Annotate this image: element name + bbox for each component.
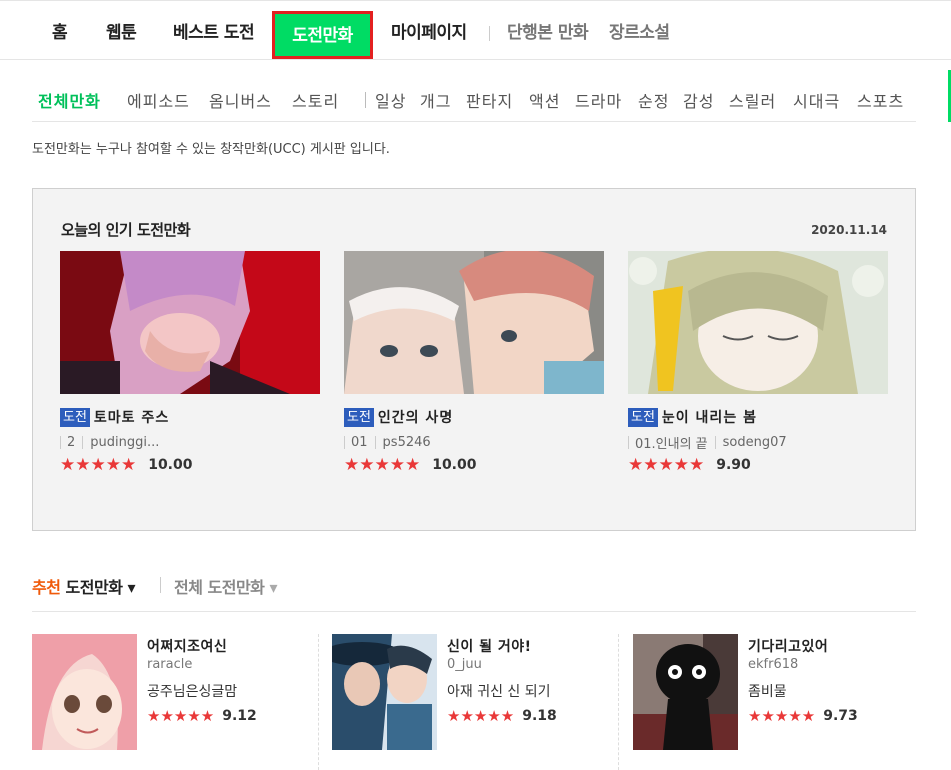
nav-divider — [489, 26, 490, 41]
star-rating: ★★★★★ — [748, 707, 816, 725]
challenge-badge: 도전 — [60, 407, 90, 427]
comic-thumbnail[interactable] — [332, 634, 437, 750]
star-rating: ★★★★★ — [60, 455, 137, 475]
recommended-item[interactable]: 어쩌지조여신 raracle 공주님은싱글맘 ★★★★★ 9.12 — [32, 634, 312, 754]
rating-score: 9.12 — [222, 708, 257, 724]
author-name: ps5246 — [382, 434, 431, 450]
rating-score: 9.73 — [823, 708, 858, 724]
main-navigation: 홈 웹툰 베스트 도전 도전만화 마이페이지 단행본 만화 장르소설 — [0, 0, 951, 60]
meta-divider — [82, 435, 84, 449]
chevron-down-icon: ▾ — [127, 578, 136, 597]
tab-divider — [160, 577, 161, 593]
author-name: ekfr618 — [748, 657, 799, 672]
popular-card[interactable]: 도전 인간의 사명 01 ps5246 ★★★★★ 10.00 — [344, 251, 604, 476]
tab-sports[interactable]: 스포츠 — [857, 88, 904, 112]
tab-episode[interactable]: 에피소드 — [127, 88, 190, 112]
comic-title[interactable]: 토마토 주스 — [94, 407, 169, 427]
star-rating: ★★★★★ — [447, 707, 515, 725]
rating-score: 9.18 — [522, 708, 557, 724]
recommended-item[interactable]: 기다리고있어 ekfr618 좀비물 ★★★★★ 9.73 — [633, 634, 913, 754]
tab-romance[interactable]: 순정 — [638, 88, 669, 112]
star-rating: ★★★★★ — [147, 707, 215, 725]
tab-story[interactable]: 스토리 — [292, 88, 339, 112]
genre-tabs: 전체만화 에피소드 옴니버스 스토리 일상 개그 판타지 액션 드라마 순정 감… — [32, 84, 916, 122]
author-name: 0_juu — [447, 657, 482, 672]
nav-challenge-comics[interactable]: 도전만화 — [272, 11, 373, 59]
author-name: sodeng07 — [722, 434, 787, 450]
tab-divider — [365, 92, 366, 108]
popular-card[interactable]: 도전 눈이 내리는 봄 01.인내의 끝 sodeng07 ★★★★★ 9.90 — [628, 251, 888, 476]
recommended-tab-label: 도전만화 — [65, 578, 123, 597]
rating-score: 9.90 — [716, 457, 751, 473]
board-description: 도전만화는 누구나 참여할 수 있는 창작만화(UCC) 게시판 입니다. — [32, 142, 390, 157]
comic-thumbnail[interactable] — [32, 634, 137, 750]
comic-title[interactable]: 어쩌지조여신 — [147, 636, 257, 656]
all-challenge-label: 전체 도전만화 — [174, 578, 265, 597]
tab-drama[interactable]: 드라마 — [575, 88, 622, 112]
tab-recommended-challenge[interactable]: 추천 도전만화 ▾ — [32, 574, 136, 598]
episode-number: 01 — [351, 434, 368, 450]
tab-omnibus[interactable]: 옴니버스 — [209, 88, 272, 112]
meta-divider — [374, 435, 376, 449]
meta-divider — [628, 435, 629, 449]
item-divider — [318, 634, 319, 770]
tab-all[interactable]: 전체만화 — [38, 88, 101, 112]
comic-thumbnail[interactable] — [60, 251, 320, 394]
star-rating: ★★★★★ — [628, 455, 705, 475]
tab-action[interactable]: 액션 — [529, 88, 560, 112]
popular-challenge-box: 오늘의 인기 도전만화 2020.11.14 도전 토마토 주스 2 pudingg… — [32, 188, 916, 531]
challenge-badge: 도전 — [344, 407, 374, 427]
item-divider — [618, 634, 619, 770]
nav-webtoon[interactable]: 웹툰 — [106, 11, 137, 59]
comic-thumbnail[interactable] — [628, 251, 888, 394]
episode-number: 2 — [67, 434, 76, 450]
challenge-badge: 도전 — [628, 407, 658, 427]
popular-date: 2020.11.14 — [811, 223, 887, 237]
tab-daily[interactable]: 일상 — [375, 88, 406, 112]
author-name: raracle — [147, 657, 193, 672]
tab-emotion[interactable]: 감성 — [683, 88, 714, 112]
comic-title[interactable]: 인간의 사명 — [378, 407, 453, 427]
comic-summary: 공주님은싱글맘 — [147, 684, 238, 700]
recommended-label: 추천 — [32, 578, 61, 597]
rating-score: 10.00 — [432, 457, 477, 473]
chevron-down-icon: ▾ — [269, 578, 277, 597]
author-name: pudinggi... — [90, 434, 160, 450]
comic-title[interactable]: 신이 될 거야! — [447, 636, 557, 656]
comic-summary: 아재 귀신 신 되기 — [447, 684, 551, 700]
nav-genre-novels[interactable]: 장르소설 — [609, 11, 670, 59]
nav-home[interactable]: 홈 — [52, 11, 68, 59]
rating-score: 10.00 — [148, 457, 193, 473]
comic-summary: 좀비물 — [748, 684, 787, 700]
nav-books[interactable]: 단행본 만화 — [507, 11, 589, 59]
meta-divider — [714, 435, 716, 449]
nav-mypage[interactable]: 마이페이지 — [391, 11, 467, 59]
tab-historical[interactable]: 시대극 — [793, 88, 840, 112]
recommend-tabs: 추천 도전만화 ▾ 전체 도전만화 ▾ — [32, 570, 916, 612]
comic-title[interactable]: 기다리고있어 — [748, 636, 858, 656]
popular-card[interactable]: 도전 토마토 주스 2 pudinggi... ★★★★★ 10.00 — [60, 251, 320, 476]
tab-fantasy[interactable]: 판타지 — [466, 88, 513, 112]
tab-all-challenge[interactable]: 전체 도전만화 ▾ — [174, 574, 277, 598]
tab-gag[interactable]: 개그 — [420, 88, 451, 112]
popular-title: 오늘의 인기 도전만화 — [61, 221, 191, 239]
comic-thumbnail[interactable] — [344, 251, 604, 394]
tab-thriller[interactable]: 스릴러 — [729, 88, 776, 112]
nav-best-challenge[interactable]: 베스트 도전 — [173, 11, 255, 59]
star-rating: ★★★★★ — [344, 455, 421, 475]
comic-title[interactable]: 눈이 내리는 봄 — [662, 407, 757, 427]
meta-divider — [344, 435, 345, 449]
comic-thumbnail[interactable] — [633, 634, 738, 750]
episode-number: 01.인내의 끝 — [635, 436, 708, 452]
recommended-item[interactable]: 신이 될 거야! 0_juu 아재 귀신 신 되기 ★★★★★ 9.18 — [332, 634, 612, 754]
meta-divider — [60, 435, 61, 449]
